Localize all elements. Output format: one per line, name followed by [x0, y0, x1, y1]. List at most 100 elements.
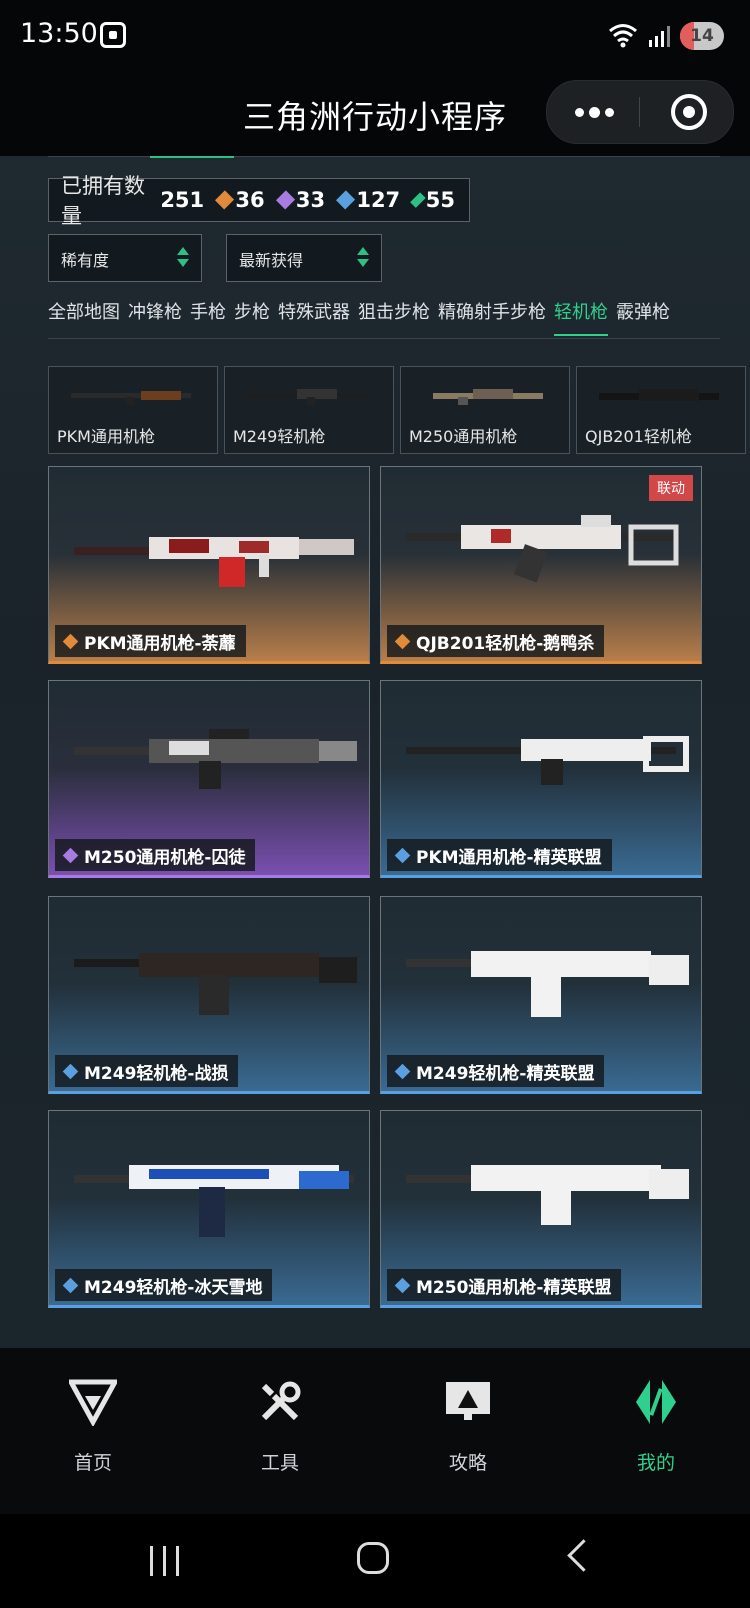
close-miniprogram-icon[interactable]: [671, 94, 707, 130]
mine-logo-icon: [636, 1380, 676, 1424]
owned-summary: 已拥有数量 251 36 33 127 55: [48, 174, 470, 228]
gun-thumbnail: [433, 389, 543, 405]
purple-diamond-icon: [275, 190, 295, 210]
skin-card[interactable]: M249轻机枪-冰天雪地: [48, 1110, 370, 1308]
sort-arrows-icon: [357, 247, 369, 269]
skin-name-tag: M249轻机枪-冰天雪地: [55, 1269, 273, 1301]
nav-tools[interactable]: 工具: [220, 1378, 340, 1488]
gun-skin-image: [406, 1165, 689, 1225]
more-icon[interactable]: [547, 81, 639, 143]
owned-count-blue: 127: [356, 188, 401, 212]
nav-home[interactable]: 首页: [33, 1378, 153, 1488]
skin-name-tag: M250通用机枪-囚徒: [55, 839, 256, 871]
tabs-divider: [48, 338, 720, 339]
gun-skin-image: [406, 736, 689, 785]
wifi-icon: [609, 24, 637, 48]
recent-apps-icon[interactable]: [150, 1546, 180, 1576]
weapon-model-list: PKM通用机枪 M249轻机枪 M250通用机枪 QJB201轻机枪: [48, 366, 750, 454]
skin-name: M249轻机枪-冰天雪地: [84, 1277, 263, 1298]
status-bar: 13:50 14: [0, 0, 750, 74]
green-diamond-icon: [410, 192, 426, 208]
screenshot-icon: [100, 22, 126, 48]
bottom-nav: 首页 工具 攻略 我的: [0, 1348, 750, 1514]
capsule-divider: [639, 97, 640, 127]
purple-diamond-icon: [62, 847, 79, 863]
nav-mine[interactable]: 我的: [596, 1378, 716, 1488]
subtab-m250[interactable]: M250通用机枪: [400, 366, 570, 454]
tab-rifle[interactable]: 步枪: [234, 298, 270, 338]
tab-lmg[interactable]: 轻机枪: [554, 298, 608, 338]
nav-label: 工具: [260, 1452, 299, 1474]
subtab-label: QJB201轻机枪: [585, 427, 692, 446]
nav-label: 首页: [73, 1452, 112, 1474]
tab-all-maps[interactable]: 全部地图: [48, 298, 120, 338]
blue-diamond-icon: [394, 1063, 411, 1079]
blue-diamond-icon: [62, 1277, 79, 1293]
skin-name-tag: M250通用机枪-精英联盟: [387, 1269, 622, 1301]
signal-icon: [649, 26, 670, 47]
skin-name-tag: M249轻机枪-战损: [55, 1055, 239, 1087]
gun-skin-image: [406, 515, 679, 583]
gun-skin-image: [74, 729, 357, 789]
gun-thumbnail: [71, 391, 191, 405]
weapon-category-tabs: 全部地图 冲锋枪 手枪 步枪 特殊武器 狙击步枪 精确射手步枪 轻机枪 霰弹枪: [48, 298, 728, 338]
skin-name: PKM通用机枪-精英联盟: [416, 847, 602, 868]
skin-name: QJB201轻机枪-鹅鸭杀: [416, 633, 595, 654]
skin-name: PKM通用机枪-荼蘼: [84, 633, 236, 654]
back-icon[interactable]: [567, 1539, 600, 1572]
scroll-indicator: [150, 156, 234, 158]
guide-monitor-icon: [446, 1382, 490, 1420]
collection-content: 已拥有数量 251 36 33 127 55 稀有度 最新获得 全部地图 冲锋枪…: [0, 156, 750, 1348]
battery-icon: 14: [680, 22, 724, 50]
divider: [48, 156, 720, 157]
tab-special[interactable]: 特殊武器: [278, 298, 350, 338]
blue-diamond-icon: [336, 190, 356, 210]
subtab-label: PKM通用机枪: [57, 427, 155, 446]
skin-name: M249轻机枪-战损: [84, 1063, 229, 1084]
skin-name: M249轻机枪-精英联盟: [416, 1063, 595, 1084]
gun-skin-image: [406, 951, 689, 1017]
subtab-label: M249轻机枪: [233, 427, 326, 446]
skin-card[interactable]: M249轻机枪-战损: [48, 896, 370, 1094]
skin-card[interactable]: PKM通用机枪-荼蘼: [48, 466, 370, 664]
sort-dropdown[interactable]: 最新获得: [226, 234, 382, 282]
subtab-m249[interactable]: M249轻机枪: [224, 366, 394, 454]
orange-diamond-icon: [62, 633, 79, 649]
skin-card[interactable]: 联动 QJB201轻机枪-鹅鸭杀: [380, 466, 702, 664]
status-time: 13:50: [20, 18, 98, 49]
rarity-dropdown[interactable]: 稀有度: [48, 234, 202, 282]
orange-diamond-icon: [215, 190, 235, 210]
subtab-qjb201[interactable]: QJB201轻机枪: [576, 366, 746, 454]
battery-level: 14: [690, 26, 714, 46]
nav-guide[interactable]: 攻略: [408, 1378, 528, 1488]
skin-card[interactable]: PKM通用机枪-精英联盟: [380, 680, 702, 878]
blue-diamond-icon: [394, 847, 411, 863]
skin-name: M250通用机枪-精英联盟: [416, 1277, 612, 1298]
skin-card[interactable]: M250通用机枪-囚徒: [48, 680, 370, 878]
subtab-pkm[interactable]: PKM通用机枪: [48, 366, 218, 454]
owned-total: 251: [160, 188, 205, 212]
tab-smg[interactable]: 冲锋枪: [128, 298, 182, 338]
tab-shotgun[interactable]: 霰弹枪: [616, 298, 670, 338]
gun-skin-image: [74, 537, 354, 587]
tab-marksman[interactable]: 精确射手步枪: [438, 298, 546, 338]
skin-card[interactable]: M250通用机枪-精英联盟: [380, 1110, 702, 1308]
skin-card[interactable]: M249轻机枪-精英联盟: [380, 896, 702, 1094]
owned-count-orange: 36: [235, 188, 265, 212]
skin-name-tag: PKM通用机枪-荼蘼: [55, 625, 246, 657]
blue-diamond-icon: [394, 1277, 411, 1293]
nav-label: 我的: [636, 1452, 675, 1474]
miniprogram-capsule: [546, 80, 734, 144]
blue-diamond-icon: [62, 1063, 79, 1079]
title-bar: 三角洲行动小程序: [0, 74, 750, 156]
tab-sniper[interactable]: 狙击步枪: [358, 298, 430, 338]
gun-skin-image: [74, 953, 357, 1015]
sort-arrows-icon: [177, 247, 189, 269]
home-button-icon[interactable]: [357, 1542, 389, 1574]
nav-label: 攻略: [448, 1452, 487, 1474]
tab-pistol[interactable]: 手枪: [190, 298, 226, 338]
rarity-dropdown-label: 稀有度: [61, 251, 110, 270]
owned-count-green: 55: [425, 188, 455, 212]
system-nav-bar: [0, 1514, 750, 1608]
skin-name-tag: PKM通用机枪-精英联盟: [387, 839, 612, 871]
